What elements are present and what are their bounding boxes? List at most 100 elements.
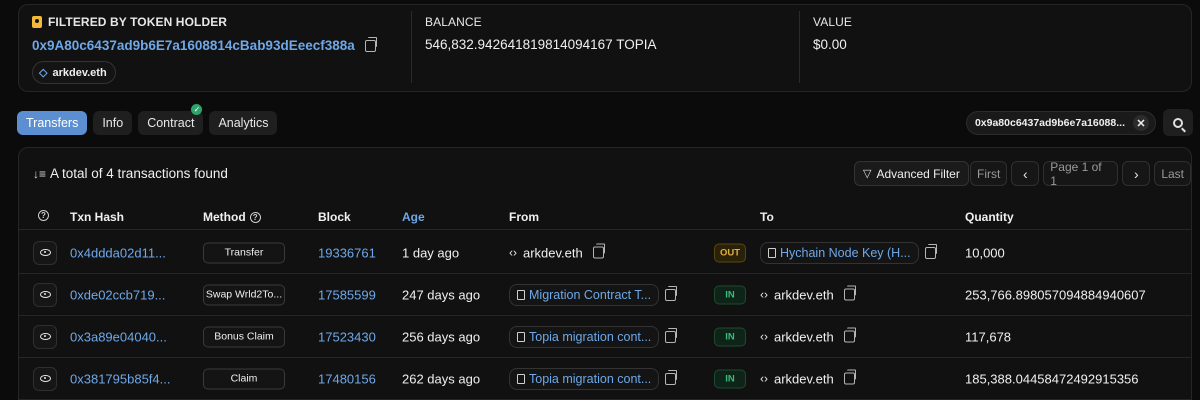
tab-info[interactable]: Info <box>93 111 133 135</box>
last-page-button[interactable]: Last <box>1154 161 1191 186</box>
clear-filter-icon[interactable]: ✕ <box>1133 115 1149 131</box>
value-amount: $0.00 <box>813 37 847 52</box>
ens-icon: ‹› <box>760 287 768 302</box>
filter-icon: ▽ <box>863 168 872 180</box>
copy-icon[interactable] <box>924 243 937 259</box>
to-cell: ‹› arkdev.eth <box>760 369 856 386</box>
table-row: 0xde02ccb719... Swap Wrld2To... 17585599… <box>19 274 1191 316</box>
tab-contract[interactable]: Contract ✓ <box>138 104 204 135</box>
contract-icon <box>768 247 776 258</box>
age-cell: 262 days ago <box>402 371 481 386</box>
row-details-button[interactable] <box>33 282 57 307</box>
copy-icon[interactable] <box>843 285 856 301</box>
age-header[interactable]: Age <box>402 210 425 224</box>
txn-hash-link[interactable]: 0x4ddda02d11... <box>70 245 166 260</box>
copy-icon[interactable] <box>665 327 678 343</box>
quantity-cell: 185,388.04458472492915356 <box>965 371 1139 386</box>
first-page-button[interactable]: First <box>970 161 1008 186</box>
copy-icon[interactable] <box>665 369 678 385</box>
to-contract-pill[interactable]: Hychain Node Key (H... <box>760 241 919 264</box>
method-cell: Bonus Claim <box>203 326 285 347</box>
block-link[interactable]: 17523430 <box>318 329 376 344</box>
tab-analytics-label: Analytics <box>218 116 269 130</box>
copy-icon[interactable] <box>665 285 678 301</box>
eye-icon <box>39 375 51 382</box>
holder-address-link[interactable]: 0x9A80c6437ad9b6E7a1608814cBab93dEeecf38… <box>32 38 355 53</box>
search-button[interactable] <box>1163 109 1193 136</box>
to-cell: ‹› arkdev.eth <box>760 327 856 344</box>
tab-contract-label: Contract <box>147 116 195 130</box>
holder-address-row: 0x9A80c6437ad9b6E7a1608814cBab93dEeecf38… <box>32 36 411 53</box>
summary-text: A total of 4 transactions found <box>50 166 228 181</box>
from-cell: ‹› arkdev.eth <box>509 243 605 260</box>
help-icon[interactable]: ? <box>38 210 49 221</box>
from-address[interactable]: Migration Contract T... <box>529 288 651 302</box>
block-header: Block <box>318 210 351 224</box>
from-contract-pill[interactable]: Topia migration cont... <box>509 367 660 390</box>
to-address[interactable]: arkdev.eth <box>774 371 834 386</box>
from-address[interactable]: Topia migration cont... <box>529 330 651 344</box>
direction-cell: IN <box>714 369 746 388</box>
eye-button[interactable] <box>33 282 57 307</box>
contract-icon <box>517 373 525 384</box>
method-header: Method ? <box>203 210 261 224</box>
sort-desc-icon[interactable]: ↓≡ <box>33 167 46 181</box>
verified-check-icon: ✓ <box>191 104 203 115</box>
holder-ens-name: arkdev.eth <box>52 66 107 79</box>
eye-icon <box>39 249 51 256</box>
block-link[interactable]: 17585599 <box>318 287 376 302</box>
eye-button[interactable] <box>33 366 57 391</box>
advanced-filter-label: Advanced Filter <box>876 166 960 181</box>
copy-icon[interactable] <box>364 36 377 52</box>
holder-ens-badge[interactable]: ◇ arkdev.eth <box>32 61 116 84</box>
ens-icon: ‹› <box>760 329 768 344</box>
token-holder-overview: FILTERED BY TOKEN HOLDER 0x9A80c6437ad9b… <box>18 4 1192 92</box>
copy-icon[interactable] <box>843 327 856 343</box>
block-link[interactable]: 19336761 <box>318 245 376 260</box>
details-header: ? <box>38 210 49 221</box>
from-cell: Migration Contract T... <box>509 283 678 306</box>
to-address[interactable]: arkdev.eth <box>774 329 834 344</box>
direction-badge: IN <box>714 369 746 388</box>
transfers-table-card: ↓≡ A total of 4 transactions found ▽ Adv… <box>18 147 1192 400</box>
from-contract-pill[interactable]: Migration Contract T... <box>509 283 660 306</box>
row-details-button[interactable] <box>33 240 57 265</box>
to-cell: Hychain Node Key (H... <box>760 241 937 264</box>
direction-cell: IN <box>714 285 746 304</box>
tab-bar: Transfers Info Contract ✓ Analytics <box>17 104 278 135</box>
copy-icon[interactable] <box>592 243 605 259</box>
quantity-cell: 117,678 <box>965 329 1012 344</box>
from-address[interactable]: arkdev.eth <box>523 245 583 260</box>
direction-cell: IN <box>714 327 746 346</box>
balance-label: BALANCE <box>425 15 482 29</box>
eye-button[interactable] <box>33 324 57 349</box>
to-address[interactable]: Hychain Node Key (H... <box>780 246 911 260</box>
contract-icon <box>517 331 525 342</box>
tab-analytics[interactable]: Analytics <box>209 111 278 135</box>
txn-hash-link[interactable]: 0x381795b85f4... <box>70 371 170 386</box>
method-cell: Claim <box>203 368 285 389</box>
age-cell: 256 days ago <box>402 329 481 344</box>
row-details-button[interactable] <box>33 324 57 349</box>
from-contract-pill[interactable]: Topia migration cont... <box>509 325 660 348</box>
pagination: First ‹ Page 1 of 1 › Last <box>970 160 1191 188</box>
quantity-header: Quantity <box>965 210 1014 224</box>
copy-icon[interactable] <box>843 369 856 385</box>
txn-hash-link[interactable]: 0xde02ccb719... <box>70 287 165 302</box>
prev-page-button[interactable]: ‹ <box>1011 161 1040 186</box>
eye-button[interactable] <box>33 240 57 265</box>
txn-hash-link[interactable]: 0x3a89e04040... <box>70 329 167 344</box>
block-link[interactable]: 17480156 <box>318 371 376 386</box>
method-header-label: Method <box>203 210 246 224</box>
help-icon[interactable]: ? <box>249 211 261 223</box>
row-details-button[interactable] <box>33 366 57 391</box>
balance-section: BALANCE 546,832.942641819814094167 TOPIA <box>411 11 799 83</box>
value-section: VALUE $0.00 <box>799 11 1193 83</box>
next-page-button[interactable]: › <box>1122 161 1151 186</box>
to-address[interactable]: arkdev.eth <box>774 287 834 302</box>
tab-transfers[interactable]: Transfers <box>17 111 88 135</box>
table-row: 0x381795b85f4... Claim 17480156 262 days… <box>19 358 1191 400</box>
from-address[interactable]: Topia migration cont... <box>529 372 651 386</box>
advanced-filter-button[interactable]: ▽ Advanced Filter <box>854 161 969 186</box>
balance-value: 546,832.942641819814094167 TOPIA <box>425 37 657 52</box>
